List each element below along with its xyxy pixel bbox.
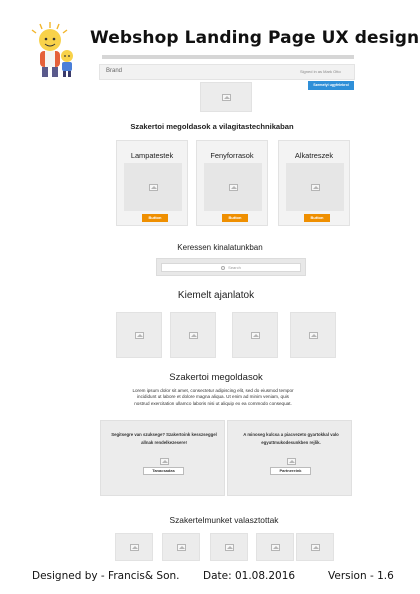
image-placeholder-icon [129,543,139,551]
image-placeholder-icon [250,331,260,339]
top-divider [102,55,354,59]
offers-heading: Kiemelt ajanlatok [177,290,255,301]
category-card: Fenyforrasok Button [196,140,268,226]
client-logo [296,533,334,561]
image-placeholder-icon [176,543,186,551]
consulting-button[interactable]: Tanacsadas [143,467,184,475]
partners-panel: A minoseg kulcsa a piacvezeto gyartokkal… [227,420,352,496]
help-panel-image [158,456,170,466]
image-placeholder-icon [228,183,238,191]
client-logo [162,533,200,561]
search-icon [221,265,226,270]
designer-credit: Designed by - Francis& Son. [32,570,180,582]
category-image [286,163,344,211]
image-placeholder-icon [308,331,318,339]
brand-link[interactable]: Brand [106,68,122,74]
page-title: Webshop Landing Page UX design [90,28,420,48]
category-card: Alkatreszek Button [278,140,350,226]
search-heading: Keressen kinalatunkban [177,243,263,252]
lightbulb-family-illustration [31,22,73,77]
image-placeholder-icon [159,457,169,465]
search-box: Search [156,258,306,276]
offer-card[interactable] [290,312,336,358]
help-panel: Segitsegre van szuksege? Szakertoink kes… [100,420,225,496]
category-image [124,163,182,211]
help-panel-text: Segitsegre van szuksege? Szakertoink kes… [111,432,217,445]
offer-card[interactable] [232,312,278,358]
offer-card[interactable] [170,312,216,358]
category-button[interactable]: Button [304,214,330,222]
image-placeholder-icon [221,93,231,101]
hero-image [200,82,252,112]
category-button[interactable]: Button [142,214,168,222]
image-placeholder-icon [270,543,280,551]
signup-button[interactable]: Szemelyi ugyfelekrol [308,81,354,90]
category-image [204,163,262,211]
category-title: Lampatestek [130,151,174,160]
document-date: Date: 01.08.2016 [203,570,296,582]
image-placeholder-icon [310,183,320,191]
search-placeholder: Search [228,265,241,270]
signed-in-text: Signed in as Mark Otto [300,69,341,74]
expert-body: Lorem ipsum dolor sit amet, consectetur … [132,388,294,406]
partners-panel-text: A minoseg kulcsa a piacvezeto gyartokkal… [243,432,339,445]
partners-panel-image [285,456,297,466]
image-placeholder-icon [188,331,198,339]
client-logo [115,533,153,561]
document-version: Version - 1.6 [328,570,394,582]
partners-button[interactable]: Partnereink [270,467,311,475]
solutions-heading: Szakertoi megoldasok a vilagitastechnika… [130,122,294,131]
category-button[interactable]: Button [222,214,248,222]
image-placeholder-icon [148,183,158,191]
client-logo [210,533,248,561]
image-placeholder-icon [286,457,296,465]
expert-heading: Szakertoi megoldasok [169,372,263,383]
category-card: Lampatestek Button [116,140,188,226]
picks-heading: Szakertelmunket valasztottak [169,515,279,525]
image-placeholder-icon [134,331,144,339]
image-placeholder-icon [224,543,234,551]
search-input[interactable]: Search [161,263,301,272]
category-title: Fenyforrasok [210,151,254,160]
image-placeholder-icon [310,543,320,551]
offer-card[interactable] [116,312,162,358]
client-logo [256,533,294,561]
category-title: Alkatreszek [294,151,334,160]
